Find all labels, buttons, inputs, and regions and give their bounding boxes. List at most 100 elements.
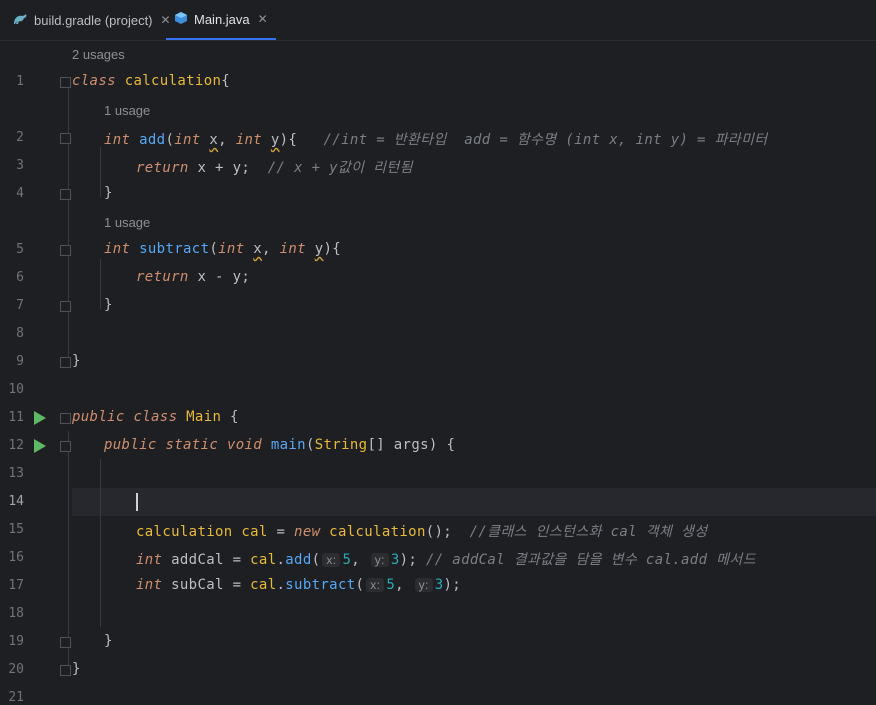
object-ref: cal xyxy=(250,577,277,593)
class-name: calculation xyxy=(124,73,222,89)
line-number: 13 xyxy=(8,466,24,481)
usages-hint[interactable]: 1 usage xyxy=(104,103,150,118)
method-name: main xyxy=(270,437,306,453)
fold-marker-icon[interactable] xyxy=(60,301,71,312)
tab-build-gradle[interactable]: build.gradle (project) ✕ xyxy=(12,0,171,40)
comma: , xyxy=(218,132,236,148)
brace: { xyxy=(221,73,231,89)
paren: ( xyxy=(209,241,219,257)
line-number: 12 xyxy=(8,438,24,453)
fold-marker-icon[interactable] xyxy=(60,665,71,676)
comma: , xyxy=(262,241,280,257)
class-name: calculation xyxy=(320,524,426,540)
line-number: 14 xyxy=(8,494,24,509)
paren: ( xyxy=(305,437,315,453)
line-number: 17 xyxy=(8,578,24,593)
fold-marker-icon[interactable] xyxy=(60,189,71,200)
keyword: static xyxy=(165,437,219,453)
number: 5 xyxy=(386,577,396,593)
param-x: x xyxy=(253,241,263,257)
param-x: x xyxy=(209,132,219,148)
object-ref: cal xyxy=(250,552,277,568)
brace: { xyxy=(221,409,239,425)
type: int xyxy=(235,132,263,148)
gradle-icon xyxy=(12,12,28,29)
param-hint: y: xyxy=(370,553,389,567)
paren: (); xyxy=(425,524,453,540)
code-line-7: } xyxy=(104,297,113,313)
param-hint: x: xyxy=(366,578,385,592)
current-line-highlight xyxy=(72,488,876,516)
type: int xyxy=(174,132,201,148)
indent-guide xyxy=(68,87,69,359)
type: int xyxy=(136,552,163,568)
code-line-9: } xyxy=(72,353,81,369)
operator: = xyxy=(267,524,295,540)
code-line-6: return x - y; xyxy=(136,269,250,285)
line-number: 19 xyxy=(8,634,24,649)
code-line-4: } xyxy=(104,185,113,201)
fold-marker-icon[interactable] xyxy=(60,637,71,648)
tab-main-java[interactable]: Main.java ✕ xyxy=(166,0,276,40)
keyword: public xyxy=(72,409,125,425)
code-line-1: class calculation{ xyxy=(72,73,230,89)
method-name: subtract xyxy=(139,241,210,257)
comma: , xyxy=(351,552,369,568)
method-name: subtract xyxy=(285,577,356,593)
fold-marker-icon[interactable] xyxy=(60,77,71,88)
line-number: 5 xyxy=(16,242,24,257)
param-y: y xyxy=(314,241,324,257)
tab-label: build.gradle (project) xyxy=(34,12,153,28)
type: int xyxy=(279,241,306,257)
variable: addCal xyxy=(162,552,224,568)
method-name: add xyxy=(139,132,166,148)
paren: ); xyxy=(443,577,462,593)
usages-hint[interactable]: 1 usage xyxy=(104,215,150,230)
run-icon[interactable] xyxy=(34,411,46,425)
expression: x - y; xyxy=(188,269,251,285)
usages-hint[interactable]: 2 usages xyxy=(72,47,125,62)
fold-marker-icon[interactable] xyxy=(60,413,71,424)
paren: ); xyxy=(399,552,418,568)
keyword: new xyxy=(294,524,321,540)
comma: , xyxy=(395,577,413,593)
run-icon[interactable] xyxy=(34,439,46,453)
paren: ){ xyxy=(323,241,342,257)
code-line-15: calculation cal = new calculation(); //클… xyxy=(136,521,707,541)
code-line-3: return x + y; // x + y값이 리턴됨 xyxy=(136,157,413,177)
line-number: 10 xyxy=(8,382,24,397)
line-number: 4 xyxy=(16,186,24,201)
indent-guide xyxy=(100,147,101,197)
fold-marker-icon[interactable] xyxy=(60,245,71,256)
text-caret xyxy=(136,493,138,511)
variable: cal xyxy=(232,524,268,540)
line-number: 20 xyxy=(8,662,24,677)
fold-marker-icon[interactable] xyxy=(60,357,71,368)
fold-marker-icon[interactable] xyxy=(60,133,71,144)
line-number: 1 xyxy=(16,74,24,89)
number: 3 xyxy=(434,577,444,593)
dot: . xyxy=(276,552,286,568)
param-hint: y: xyxy=(414,578,433,592)
code-editor[interactable]: 2 usages 1 usage 1 usage 1 2 3 4 5 6 7 8… xyxy=(0,41,876,705)
line-number: 18 xyxy=(8,606,24,621)
editor-tab-bar: build.gradle (project) ✕ Main.java ✕ xyxy=(0,0,876,41)
keyword: void xyxy=(226,437,263,453)
tab-label: Main.java xyxy=(194,11,250,27)
expression: x + y; xyxy=(188,160,251,176)
comment: //int = 반환타입 add = 함수명 (int x, int y) = … xyxy=(323,132,768,148)
code-line-20: } xyxy=(72,661,81,677)
code-line-17: int subCal = cal.subtract(x: 5, y: 3); xyxy=(136,577,461,593)
code-line-5: int subtract(int x, int y){ xyxy=(104,241,341,257)
code-line-12: public static void main(String[] args) { xyxy=(104,437,455,453)
line-number: 8 xyxy=(16,326,24,341)
close-icon[interactable]: ✕ xyxy=(258,12,268,26)
fold-marker-icon[interactable] xyxy=(60,441,71,452)
indent-guide xyxy=(68,431,69,667)
keyword: return xyxy=(136,269,189,285)
comment: // x + y값이 리턴됨 xyxy=(267,160,413,176)
class-name: String xyxy=(314,437,368,453)
type: int xyxy=(218,241,245,257)
keyword: class xyxy=(133,409,178,425)
code-line-16: int addCal = cal.add(x: 5, y: 3); // addCa… xyxy=(136,549,756,569)
